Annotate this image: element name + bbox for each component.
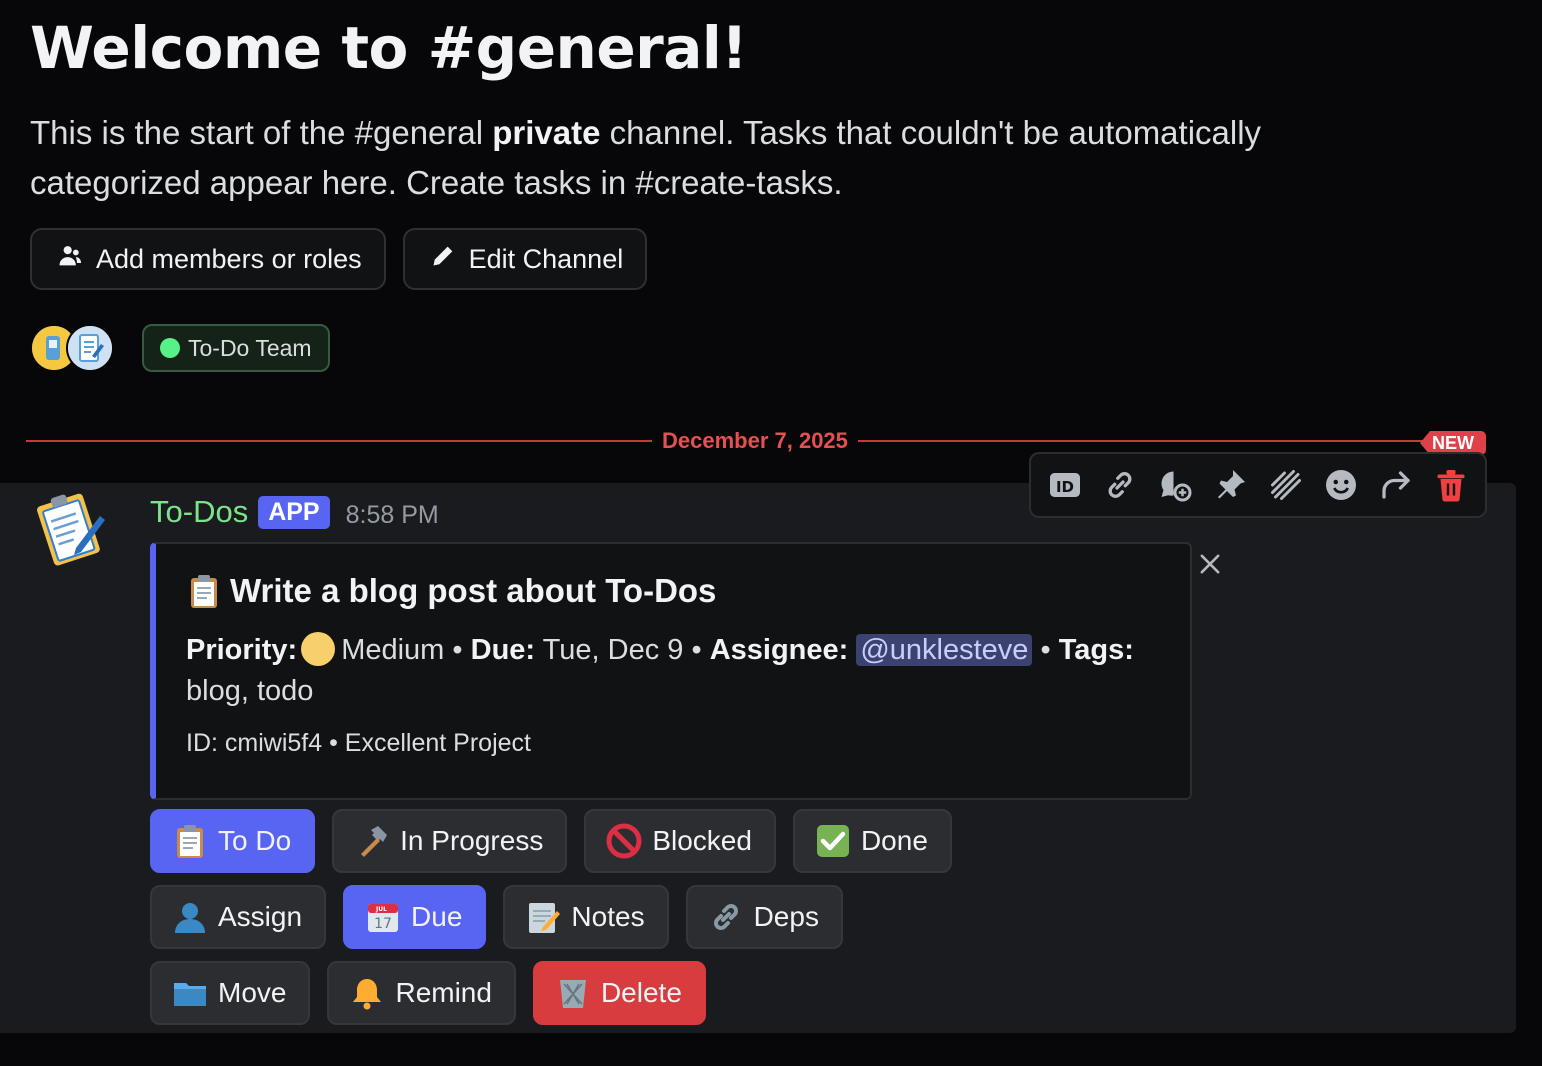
intro-prefix: This is the start of the #general bbox=[30, 114, 493, 151]
channel-members: To-Do Team bbox=[30, 324, 330, 372]
intro-bold: private bbox=[492, 114, 601, 151]
wastebasket-icon bbox=[555, 975, 591, 1011]
bell-icon bbox=[349, 975, 385, 1011]
in-progress-button[interactable]: In Progress bbox=[332, 809, 568, 873]
assign-button[interactable]: Assign bbox=[150, 885, 327, 949]
channel-intro-text: This is the start of the #general privat… bbox=[30, 108, 1350, 208]
embed-title-text: Write a blog post about To-Dos bbox=[230, 572, 717, 609]
thread-icon[interactable] bbox=[1155, 465, 1195, 505]
embed-title: Write a blog post about To-Dos bbox=[186, 572, 716, 610]
priority-medium-icon bbox=[301, 632, 336, 666]
svg-text:17: 17 bbox=[374, 916, 392, 932]
move-button[interactable]: Move bbox=[150, 961, 311, 1025]
remind-label: Remind bbox=[395, 977, 492, 1008]
channel-actions: Add members or roles Edit Channel bbox=[30, 228, 648, 290]
trash-icon[interactable] bbox=[1431, 465, 1471, 505]
in-progress-label: In Progress bbox=[400, 825, 544, 856]
due-label: Due bbox=[411, 901, 463, 932]
memo-icon bbox=[525, 899, 561, 935]
assignee-label: Assignee: bbox=[709, 634, 849, 666]
chain-link-icon bbox=[708, 899, 744, 935]
bot-avatar[interactable] bbox=[30, 488, 110, 568]
delete-label: Delete bbox=[600, 977, 682, 1008]
people-icon bbox=[56, 242, 84, 277]
message-header: To-Dos APP 8:58 PM bbox=[150, 494, 439, 530]
priority-value: Medium bbox=[341, 634, 445, 666]
role-name: To-Do Team bbox=[188, 334, 312, 361]
add-members-label: Add members or roles bbox=[96, 243, 362, 274]
due-button[interactable]: JUL 17 Due bbox=[343, 885, 487, 949]
notes-button[interactable]: Notes bbox=[503, 885, 669, 949]
member-avatar[interactable] bbox=[66, 324, 114, 372]
done-label: Done bbox=[860, 825, 928, 856]
message-author[interactable]: To-Dos bbox=[150, 494, 248, 530]
clipboard-icon bbox=[186, 573, 222, 609]
assignee-mention[interactable]: @unklesteve bbox=[856, 634, 1033, 666]
deps-button[interactable]: Deps bbox=[685, 885, 843, 949]
reaction-burst-icon[interactable] bbox=[1266, 465, 1306, 505]
embed-footer: ID: cmiwi5f4 • Excellent Project bbox=[186, 729, 531, 757]
calendar-icon: JUL 17 bbox=[365, 899, 401, 935]
due-value: Tue, Dec 9 bbox=[542, 634, 684, 666]
other-actions-row: Move Remind Delete bbox=[150, 961, 706, 1025]
close-icon[interactable] bbox=[1196, 550, 1224, 578]
priority-label: Priority: bbox=[186, 634, 298, 666]
notes-label: Notes bbox=[571, 901, 645, 932]
pin-icon[interactable] bbox=[1210, 465, 1250, 505]
delete-button[interactable]: Delete bbox=[532, 961, 706, 1025]
remind-button[interactable]: Remind bbox=[327, 961, 516, 1025]
tags-label: Tags: bbox=[1058, 634, 1134, 666]
pencil-icon bbox=[429, 242, 457, 277]
role-dot-icon bbox=[160, 338, 180, 358]
due-label: Due: bbox=[470, 634, 536, 666]
message-timestamp[interactable]: 8:58 PM bbox=[346, 501, 439, 530]
forward-icon[interactable] bbox=[1376, 465, 1416, 505]
svg-text:ID: ID bbox=[1056, 478, 1074, 496]
check-icon bbox=[815, 823, 851, 859]
app-tag: APP bbox=[258, 495, 330, 529]
edit-channel-label: Edit Channel bbox=[468, 243, 624, 274]
todo-label: To Do bbox=[218, 825, 292, 856]
divider-date: December 7, 2025 bbox=[652, 428, 858, 454]
blocked-button[interactable]: Blocked bbox=[584, 809, 776, 873]
hammer-icon bbox=[354, 823, 390, 859]
person-icon bbox=[172, 899, 208, 935]
message-toolbar: ID bbox=[1029, 452, 1487, 518]
separator: • bbox=[452, 634, 463, 666]
edit-actions-row: Assign JUL 17 Due Notes Deps bbox=[150, 885, 843, 949]
done-button[interactable]: Done bbox=[792, 809, 952, 873]
deps-label: Deps bbox=[753, 901, 819, 932]
no-entry-icon bbox=[606, 823, 642, 859]
emoji-icon[interactable] bbox=[1321, 465, 1361, 505]
blocked-label: Blocked bbox=[652, 825, 752, 856]
task-embed: Write a blog post about To-Dos Priority:… bbox=[150, 542, 1192, 800]
todo-button[interactable]: To Do bbox=[150, 809, 316, 873]
svg-text:JUL: JUL bbox=[375, 906, 387, 913]
separator: • bbox=[691, 634, 702, 666]
edit-channel-button[interactable]: Edit Channel bbox=[402, 228, 648, 290]
role-pill[interactable]: To-Do Team bbox=[142, 324, 330, 372]
move-label: Move bbox=[218, 977, 287, 1008]
status-actions-row: To Do In Progress Blocked Done bbox=[150, 809, 952, 873]
add-members-button[interactable]: Add members or roles bbox=[30, 228, 386, 290]
tags-value: blog, todo bbox=[186, 675, 314, 707]
link-icon[interactable] bbox=[1100, 465, 1140, 505]
embed-fields: Priority: Medium • Due: Tue, Dec 9 • Assi… bbox=[186, 630, 1166, 712]
channel-welcome-title: Welcome to #general! bbox=[30, 14, 748, 82]
clipboard-icon bbox=[172, 823, 208, 859]
folder-icon bbox=[172, 975, 208, 1011]
assign-label: Assign bbox=[218, 901, 303, 932]
separator: • bbox=[1040, 634, 1051, 666]
id-icon[interactable]: ID bbox=[1045, 465, 1085, 505]
